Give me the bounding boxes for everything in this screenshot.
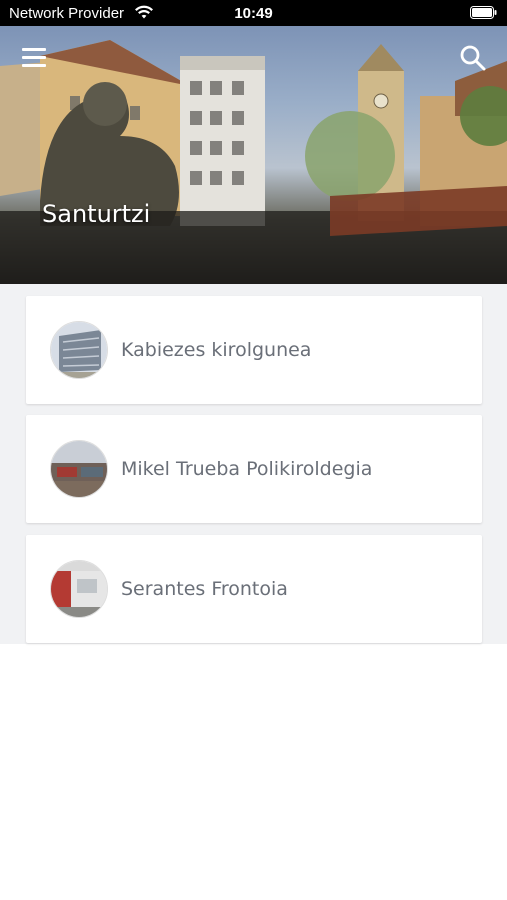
facility-thumbnail xyxy=(50,321,108,379)
facility-thumbnail xyxy=(50,440,108,498)
town-photo xyxy=(0,40,507,284)
search-icon[interactable] xyxy=(459,44,487,72)
facility-card-serantes[interactable]: Serantes Frontoia xyxy=(26,535,482,643)
facility-name: Serantes Frontoia xyxy=(121,578,288,600)
menu-bar xyxy=(22,56,46,59)
facility-thumbnail xyxy=(50,560,108,618)
facility-name: Kabiezes kirolgunea xyxy=(121,339,312,361)
menu-button[interactable] xyxy=(22,48,48,70)
page-title: Santurtzi xyxy=(42,200,151,228)
status-bar: Network Provider 10:49 xyxy=(0,0,507,26)
menu-bar xyxy=(22,48,46,51)
battery-icon xyxy=(470,6,497,19)
facility-name: Mikel Trueba Polikiroldegia xyxy=(121,458,373,480)
facility-card-kabiezes[interactable]: Kabiezes kirolgunea xyxy=(26,296,482,404)
header-banner: Santurtzi xyxy=(0,26,507,284)
facility-card-mikel-trueba[interactable]: Mikel Trueba Polikiroldegia xyxy=(26,415,482,523)
menu-bar xyxy=(22,64,46,67)
clock: 10:49 xyxy=(234,5,273,22)
facility-list: Kabiezes kirolgunea Mikel Trueba Polikir… xyxy=(0,284,507,644)
